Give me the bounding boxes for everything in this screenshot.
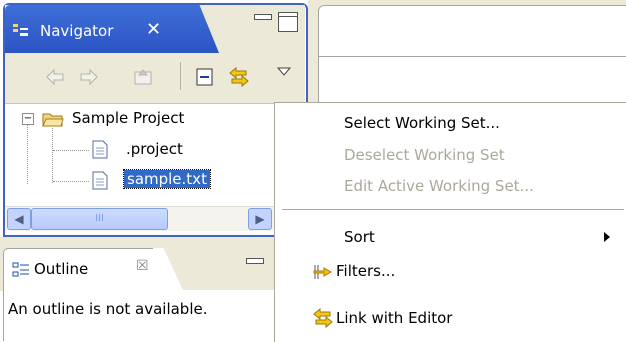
scroll-right-button[interactable]: ▶ (248, 208, 272, 230)
back-icon[interactable] (44, 66, 66, 88)
scroll-left-button[interactable]: ◀ (7, 208, 31, 230)
outline-message: An outline is not available. (8, 300, 208, 318)
tree-connector (53, 181, 89, 182)
close-icon[interactable]: ☒ (136, 258, 149, 274)
menu-item-edit-active-working-set[interactable]: Edit Active Working Set... (344, 177, 534, 195)
folder-icon (42, 113, 64, 127)
maximize-button[interactable] (278, 12, 298, 32)
editor-content (318, 57, 626, 103)
link-editor-icon[interactable] (228, 66, 250, 88)
editor-tabstrip (318, 5, 626, 57)
view-menu-dropdown (274, 102, 626, 342)
view-menu-icon[interactable] (276, 66, 292, 78)
minimize-button[interactable] (254, 14, 272, 20)
menu-item-sort[interactable]: Sort (344, 228, 375, 246)
tree-connector (27, 124, 28, 184)
file-icon (92, 171, 108, 190)
menu-separator (282, 209, 624, 210)
up-icon[interactable] (132, 66, 154, 88)
menu-item-link-with-editor[interactable]: Link with Editor (336, 309, 452, 327)
scrollbar-thumb[interactable]: III (31, 208, 168, 230)
navigator-icon (13, 24, 28, 36)
tree-connector (53, 150, 89, 151)
collapse-toggle[interactable]: − (22, 113, 34, 125)
minimize-button[interactable] (246, 258, 264, 264)
filters-icon (313, 265, 333, 279)
collapse-all-icon[interactable] (194, 66, 216, 88)
submenu-arrow-icon (604, 232, 610, 242)
close-icon[interactable]: ✕ (146, 19, 161, 40)
forward-icon[interactable] (78, 66, 100, 88)
outline-tab-title: Outline (34, 260, 89, 278)
navigator-tab-title: Navigator (40, 22, 114, 40)
tree-item-project-file[interactable]: .project (126, 140, 183, 158)
tree-item-sample-txt[interactable]: sample.txt (123, 169, 211, 189)
file-icon (92, 140, 108, 159)
tree-connector (52, 128, 53, 183)
menu-item-filters[interactable]: Filters... (336, 262, 395, 280)
tree-item-sample-project[interactable]: Sample Project (72, 109, 184, 127)
toolbar-separator (180, 62, 181, 90)
outline-icon (12, 262, 29, 277)
link-icon (313, 307, 333, 329)
menu-item-deselect-working-set[interactable]: Deselect Working Set (344, 146, 505, 164)
menu-item-select-working-set[interactable]: Select Working Set... (344, 114, 500, 132)
